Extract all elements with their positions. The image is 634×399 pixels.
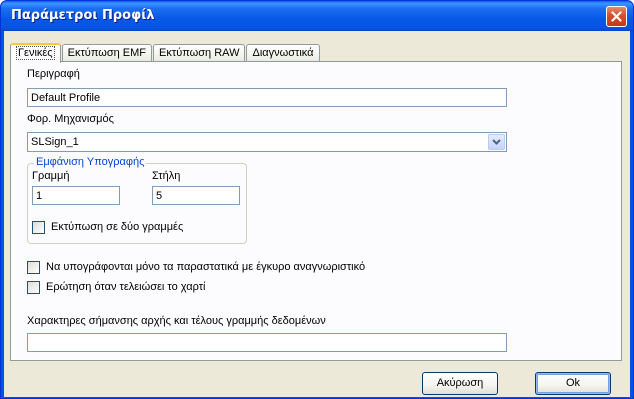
ask-paper-checkbox[interactable] — [27, 281, 40, 294]
markers-input[interactable] — [27, 333, 507, 352]
ask-paper-label: Ερώτηση όταν τελειώσει το χαρτί — [46, 281, 206, 293]
description-label: Περιγραφή — [27, 68, 80, 80]
title-bar[interactable]: Παράμετροι Προφίλ — [1, 1, 633, 31]
general-tab-panel: Περιγραφή Default Profile Φορ. Μηχανισμό… — [10, 61, 622, 361]
ok-button[interactable]: Ok — [535, 372, 611, 395]
dialog-client-area: Γενικές Εκτύπωση EMF Εκτύπωση RAW Διαγνω… — [4, 31, 630, 397]
profile-settings-dialog: Παράμετροι Προφίλ Γενικές Εκτύπωση EMF Ε… — [0, 0, 634, 399]
tab-raw-printing[interactable]: Εκτύπωση RAW — [153, 44, 246, 62]
valid-only-label: Να υπογράφονται μόνο τα παραστατικά με έ… — [46, 261, 366, 273]
tab-emf-printing[interactable]: Εκτύπωση EMF — [61, 44, 153, 62]
fiscal-device-label: Φορ. Μηχανισμός — [27, 113, 114, 125]
line-label: Γραμμή — [32, 170, 70, 182]
tab-diagnostics[interactable]: Διαγνωστικά — [246, 44, 320, 62]
chevron-down-icon — [492, 139, 501, 145]
signature-group-title: Εμφάνιση Υπογραφής — [34, 156, 147, 168]
tab-strip: Γενικές Εκτύπωση EMF Εκτύπωση RAW Διαγνω… — [10, 42, 321, 63]
fiscal-device-value: SLSign_1 — [31, 136, 79, 148]
signature-display-group: Εμφάνιση Υπογραφής Γραμμή 1 Στήλη 5 Εκτύ… — [27, 156, 247, 244]
column-input[interactable]: 5 — [152, 186, 240, 205]
tab-general[interactable]: Γενικές — [10, 43, 61, 63]
two-lines-label: Εκτύπωση σε δύο γραμμές — [51, 221, 184, 233]
fiscal-device-dropdown-button[interactable] — [488, 134, 505, 150]
two-lines-checkbox[interactable] — [32, 221, 45, 234]
column-label: Στήλη — [152, 170, 181, 182]
valid-only-checkbox[interactable] — [27, 261, 40, 274]
close-button[interactable] — [606, 6, 627, 27]
cancel-button[interactable]: Ακύρωση — [422, 372, 498, 395]
close-icon — [611, 11, 622, 22]
window-title: Παράμετροι Προφίλ — [11, 8, 155, 23]
fiscal-device-select[interactable]: SLSign_1 — [27, 132, 507, 152]
description-input[interactable]: Default Profile — [27, 88, 507, 107]
line-input[interactable]: 1 — [32, 186, 120, 205]
markers-label: Χαρακτηρες σήμανσης αρχής και τέλους γρα… — [27, 315, 326, 327]
